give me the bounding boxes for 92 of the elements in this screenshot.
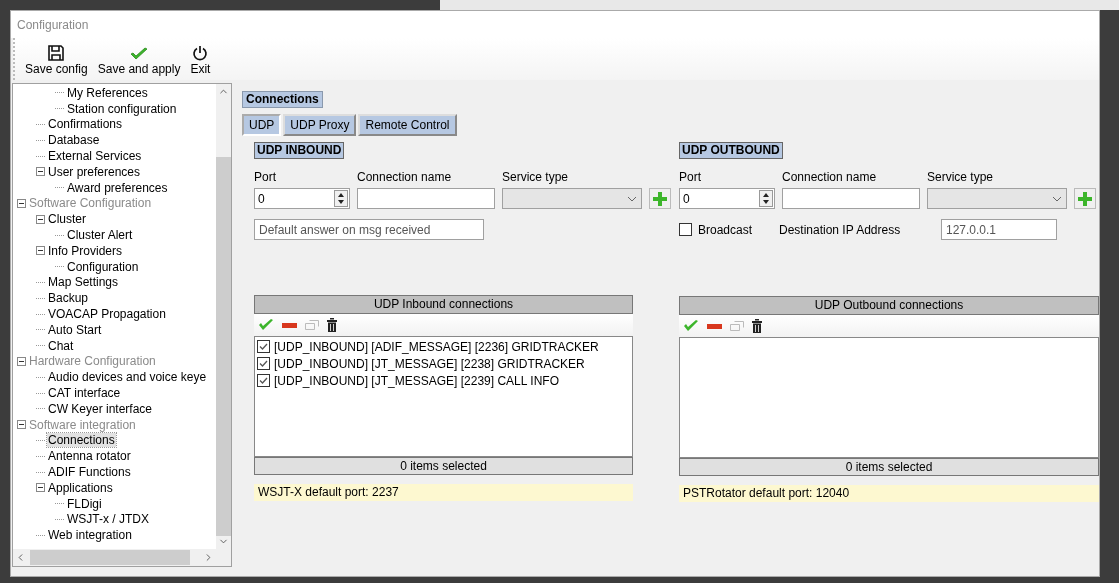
tree-item[interactable]: My References (66, 85, 149, 100)
collapse-icon[interactable] (36, 246, 45, 256)
item-checkbox[interactable] (257, 374, 270, 387)
scrollbar-thumb[interactable] (30, 550, 190, 565)
spin-arrows-icon[interactable] (759, 190, 773, 207)
tree-item[interactable]: Info Providers (47, 243, 124, 258)
selection-status: 0 items selected (679, 458, 1099, 476)
port-label: Port (254, 169, 277, 185)
tree-item[interactable]: Station configuration (66, 101, 178, 116)
service-type-label: Service type (502, 169, 570, 185)
connection-name-label: Connection name (357, 169, 453, 185)
tree-item[interactable]: Map Settings (47, 275, 120, 290)
connection-item[interactable]: [UDP_INBOUND] [JT_MESSAGE] [2239] CALL INFO (274, 373, 559, 388)
tree-item[interactable]: VOACAP Propagation (47, 307, 167, 322)
tree-item[interactable]: CAT interface (47, 386, 122, 401)
collapse-icon[interactable] (17, 420, 26, 430)
collapse-icon[interactable] (36, 214, 45, 224)
checkmark-icon[interactable] (258, 319, 274, 331)
tree-item[interactable]: FLDigi (66, 496, 103, 511)
windows-icon (730, 321, 744, 331)
default-port-hint: PSTRotator default port: 12040 (679, 485, 1099, 502)
section-title: Connections (242, 91, 323, 108)
tree-item[interactable]: ADIF Functions (47, 465, 132, 479)
toolbar-button[interactable]: Exit (189, 45, 212, 76)
tree-item[interactable]: Database (47, 133, 101, 148)
tree-item[interactable]: Cluster (47, 212, 87, 227)
selection-status: 0 items selected (254, 457, 633, 475)
tab[interactable]: UDP Proxy (283, 114, 357, 136)
group-title: UDP OUTBOUND (679, 142, 783, 159)
minus-icon[interactable] (282, 322, 297, 328)
tree-item[interactable]: Cluster Alert (66, 228, 134, 243)
connection-name-field[interactable] (782, 188, 920, 209)
tree-item[interactable]: Software integration (28, 417, 137, 432)
trash-icon[interactable] (327, 318, 337, 332)
collapse-icon[interactable] (17, 356, 26, 366)
horizontal-scrollbar[interactable] (13, 549, 216, 566)
tree-item[interactable]: Hardware Configuration (28, 354, 157, 369)
group-title: UDP INBOUND (254, 142, 345, 159)
tree-item[interactable]: Software Configuration (28, 196, 153, 211)
collapse-icon[interactable] (36, 483, 45, 493)
tree-item[interactable]: Backup (47, 291, 90, 306)
tree-item[interactable]: Auto Start (47, 322, 103, 337)
trash-icon[interactable] (752, 319, 762, 333)
connection-name-label: Connection name (782, 169, 878, 185)
tree-item[interactable]: Configuration (66, 259, 140, 274)
destination-ip-field[interactable]: 127.0.0.1 (941, 219, 1057, 240)
port-label: Port (679, 169, 702, 185)
list-title: UDP Outbound connections (679, 296, 1099, 315)
connections-list[interactable]: [UDP_INBOUND] [ADIF_MESSAGE] [2236] GRIDTRACKER [UDP_INBOUND] [JT_MESSAGE] [2238] GRIDTRACKER [UDP_INBOUND] [JT_MESSAGE] [2239] CALL INFO (254, 336, 633, 457)
collapse-icon[interactable] (36, 167, 45, 177)
tree-item[interactable]: CW Keyer interface (47, 401, 154, 416)
tree-item[interactable]: External Services (47, 149, 143, 164)
connection-name-field[interactable] (357, 188, 495, 209)
tree-item[interactable]: Award preferences (66, 180, 169, 195)
service-type-label: Service type (927, 169, 995, 185)
checkmark-icon[interactable] (683, 320, 699, 332)
windows-icon (305, 320, 319, 330)
add-button[interactable] (649, 188, 671, 209)
connection-item[interactable]: [UDP_INBOUND] [ADIF_MESSAGE] [2236] GRIDTRACKER (274, 339, 599, 354)
tree-item[interactable]: Antenna rotator (47, 449, 132, 464)
tab[interactable]: Remote Control (358, 114, 457, 136)
port-spinbox[interactable]: 0 (254, 188, 350, 209)
collapse-icon[interactable] (17, 198, 26, 208)
connection-item[interactable]: [UDP_INBOUND] [JT_MESSAGE] [2238] GRIDTRACKER (274, 356, 585, 371)
spin-arrows-icon[interactable] (334, 190, 348, 207)
tree-item[interactable]: Chat (47, 338, 75, 353)
toolbar-button[interactable]: Save and apply (96, 47, 182, 76)
broadcast-label: Broadcast (698, 221, 754, 238)
tree-item[interactable]: Audio devices and voice keye (47, 370, 208, 385)
toolbar-button[interactable]: Save config (24, 45, 89, 76)
default-port-hint: WSJT-X default port: 2237 (254, 484, 633, 501)
broadcast-checkbox[interactable] (679, 223, 692, 236)
port-spinbox[interactable]: 0 (679, 188, 775, 209)
checkmark-icon (130, 47, 149, 61)
item-checkbox[interactable] (257, 340, 270, 353)
destination-ip-label: Destination IP Address (779, 221, 902, 238)
tree-item[interactable]: Applications (47, 480, 114, 495)
add-button[interactable] (1074, 188, 1096, 209)
minus-icon[interactable] (707, 323, 722, 329)
tree-item[interactable]: User preferences (47, 164, 142, 179)
item-checkbox[interactable] (257, 357, 270, 370)
power-icon (192, 45, 209, 61)
window-title: Configuration (17, 17, 89, 32)
tree-item[interactable]: Confirmations (47, 117, 124, 132)
default-answer-field[interactable]: Default answer on msg received (254, 219, 484, 240)
list-title: UDP Inbound connections (254, 295, 633, 314)
tree-item[interactable]: Web integration (47, 528, 133, 543)
tree-item[interactable]: Connections (47, 433, 116, 448)
tree-item[interactable]: WSJT-x / JTDX (66, 512, 150, 527)
scrollbar-thumb[interactable] (216, 157, 231, 536)
tab[interactable]: UDP (242, 114, 282, 136)
vertical-scrollbar[interactable] (216, 84, 231, 549)
